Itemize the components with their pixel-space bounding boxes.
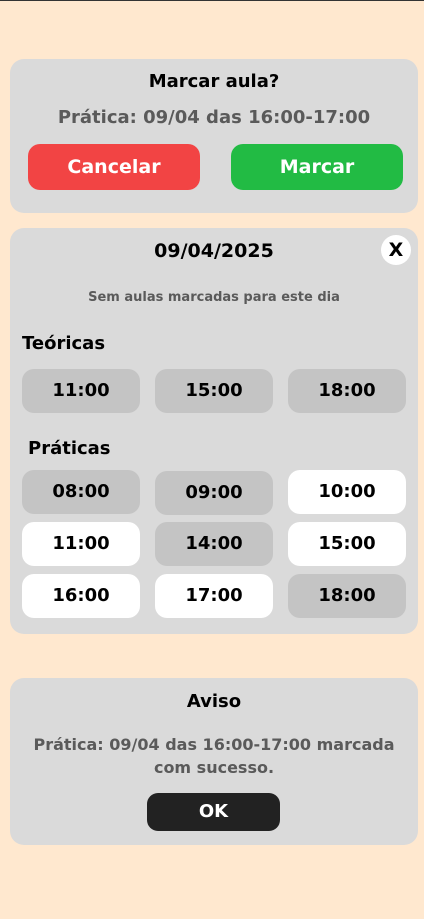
practice-slot[interactable]: 10:00 <box>288 470 406 514</box>
close-button[interactable]: X <box>381 235 411 265</box>
top-divider <box>0 0 424 1</box>
ok-button[interactable]: OK <box>147 793 280 831</box>
notice-title: Aviso <box>186 691 242 712</box>
cancel-button[interactable]: Cancelar <box>28 144 200 190</box>
notice-dialog: Aviso Prática: 09/04 das 16:00-17:00 mar… <box>10 678 418 845</box>
dialog-message: Prática: 09/04 das 16:00-17:00 <box>57 107 371 128</box>
dialog-title: Marcar aula? <box>148 71 280 92</box>
practice-slot[interactable]: 15:00 <box>288 522 406 566</box>
theory-slot[interactable]: 15:00 <box>155 369 273 413</box>
practice-slot[interactable]: 17:00 <box>155 574 273 618</box>
empty-day-message: Sem aulas marcadas para este dia <box>88 290 340 305</box>
schedule-panel: 09/04/2025 X Sem aulas marcadas para est… <box>10 228 418 634</box>
book-button[interactable]: Marcar <box>231 144 403 190</box>
practice-slot[interactable]: 16:00 <box>22 574 140 618</box>
practice-section-label: Práticas <box>28 438 111 459</box>
practice-slot[interactable]: 09:00 <box>155 471 273 515</box>
practice-slot[interactable]: 08:00 <box>22 470 140 514</box>
theory-slot[interactable]: 11:00 <box>22 369 140 413</box>
confirm-booking-dialog: Marcar aula? Prática: 09/04 das 16:00-17… <box>10 59 418 213</box>
theory-slot[interactable]: 18:00 <box>288 369 406 413</box>
practice-slot[interactable]: 18:00 <box>288 574 406 618</box>
practice-slot[interactable]: 14:00 <box>155 522 273 566</box>
schedule-date: 09/04/2025 <box>154 240 274 262</box>
practice-slot[interactable]: 11:00 <box>22 522 140 566</box>
notice-message: Prática: 09/04 das 16:00-17:00 marcada c… <box>33 735 395 777</box>
theory-section-label: Teóricas <box>22 333 106 354</box>
